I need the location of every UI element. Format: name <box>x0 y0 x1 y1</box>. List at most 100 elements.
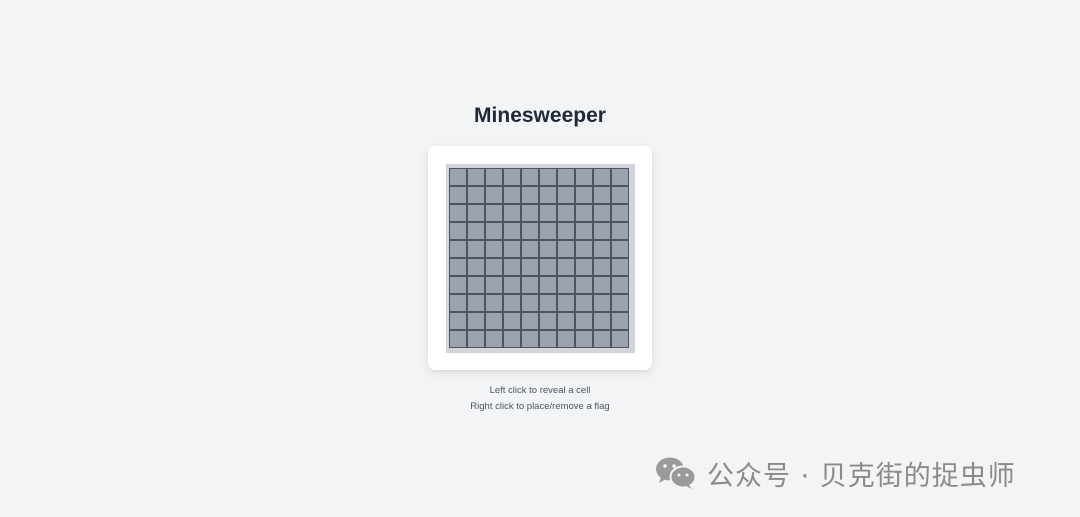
board-cell[interactable] <box>503 186 521 204</box>
board-cell[interactable] <box>575 258 593 276</box>
board-cell[interactable] <box>503 312 521 330</box>
board-cell[interactable] <box>503 168 521 186</box>
board-cell[interactable] <box>485 186 503 204</box>
board-cell[interactable] <box>503 204 521 222</box>
board-cell[interactable] <box>593 330 611 348</box>
board-cell[interactable] <box>611 330 629 348</box>
board-cell[interactable] <box>611 258 629 276</box>
board-cell[interactable] <box>611 294 629 312</box>
board-cell[interactable] <box>521 168 539 186</box>
board-cell[interactable] <box>557 258 575 276</box>
board-cell[interactable] <box>539 330 557 348</box>
board-cell[interactable] <box>449 204 467 222</box>
board-cell[interactable] <box>467 222 485 240</box>
board-cell[interactable] <box>467 312 485 330</box>
board-cell[interactable] <box>521 240 539 258</box>
board-cell[interactable] <box>449 294 467 312</box>
board-cell[interactable] <box>485 312 503 330</box>
board-cell[interactable] <box>539 168 557 186</box>
board-cell[interactable] <box>485 294 503 312</box>
board-cell[interactable] <box>575 168 593 186</box>
board-cell[interactable] <box>467 168 485 186</box>
board-cell[interactable] <box>575 186 593 204</box>
board-cell[interactable] <box>503 258 521 276</box>
board-cell[interactable] <box>557 330 575 348</box>
board-cell[interactable] <box>593 222 611 240</box>
board-cell[interactable] <box>521 330 539 348</box>
board-cell[interactable] <box>449 240 467 258</box>
board-cell[interactable] <box>449 276 467 294</box>
board-cell[interactable] <box>611 186 629 204</box>
board-cell[interactable] <box>449 312 467 330</box>
board-cell[interactable] <box>611 276 629 294</box>
board-cell[interactable] <box>521 276 539 294</box>
board-cell[interactable] <box>521 186 539 204</box>
board-cell[interactable] <box>521 222 539 240</box>
board-cell[interactable] <box>593 204 611 222</box>
board-cell[interactable] <box>467 330 485 348</box>
board-cell[interactable] <box>503 294 521 312</box>
board-cell[interactable] <box>503 222 521 240</box>
board-cell[interactable] <box>449 258 467 276</box>
board-cell[interactable] <box>503 330 521 348</box>
board-cell[interactable] <box>539 258 557 276</box>
board-cell[interactable] <box>611 168 629 186</box>
board-cell[interactable] <box>539 294 557 312</box>
board-cell[interactable] <box>539 204 557 222</box>
board-cell[interactable] <box>575 276 593 294</box>
board-cell[interactable] <box>485 330 503 348</box>
board-cell[interactable] <box>539 222 557 240</box>
board-cell[interactable] <box>593 240 611 258</box>
board-cell[interactable] <box>557 204 575 222</box>
board-cell[interactable] <box>503 240 521 258</box>
board-cell[interactable] <box>485 276 503 294</box>
board-cell[interactable] <box>467 186 485 204</box>
board-cell[interactable] <box>557 222 575 240</box>
board-cell[interactable] <box>521 258 539 276</box>
board-cell[interactable] <box>575 330 593 348</box>
board-cell[interactable] <box>467 258 485 276</box>
board-cell[interactable] <box>593 258 611 276</box>
board-cell[interactable] <box>557 186 575 204</box>
board-cell[interactable] <box>557 240 575 258</box>
board-cell[interactable] <box>485 258 503 276</box>
board-cell[interactable] <box>485 222 503 240</box>
board-cell[interactable] <box>611 312 629 330</box>
board-cell[interactable] <box>575 240 593 258</box>
board-cell[interactable] <box>575 294 593 312</box>
board-cell[interactable] <box>485 168 503 186</box>
board-cell[interactable] <box>593 168 611 186</box>
board-cell[interactable] <box>467 204 485 222</box>
board-cell[interactable] <box>449 186 467 204</box>
board-cell[interactable] <box>611 240 629 258</box>
board-cell[interactable] <box>575 204 593 222</box>
board-cell[interactable] <box>539 312 557 330</box>
board-cell[interactable] <box>521 312 539 330</box>
board-cell[interactable] <box>575 222 593 240</box>
board-cell[interactable] <box>467 240 485 258</box>
board-cell[interactable] <box>539 276 557 294</box>
board-cell[interactable] <box>539 240 557 258</box>
board-cell[interactable] <box>485 204 503 222</box>
board-cell[interactable] <box>575 312 593 330</box>
board-cell[interactable] <box>449 168 467 186</box>
board-cell[interactable] <box>557 312 575 330</box>
board-cell[interactable] <box>593 294 611 312</box>
board-cell[interactable] <box>467 276 485 294</box>
board-cell[interactable] <box>611 204 629 222</box>
board-cell[interactable] <box>593 276 611 294</box>
board-cell[interactable] <box>611 222 629 240</box>
board-cell[interactable] <box>521 204 539 222</box>
board-cell[interactable] <box>539 186 557 204</box>
board-cell[interactable] <box>503 276 521 294</box>
board-cell[interactable] <box>485 240 503 258</box>
board-cell[interactable] <box>557 294 575 312</box>
board-cell[interactable] <box>557 276 575 294</box>
board-cell[interactable] <box>521 294 539 312</box>
board-cell[interactable] <box>449 330 467 348</box>
board-cell[interactable] <box>449 222 467 240</box>
board-cell[interactable] <box>593 186 611 204</box>
board-cell[interactable] <box>593 312 611 330</box>
board-cell[interactable] <box>467 294 485 312</box>
board-cell[interactable] <box>557 168 575 186</box>
